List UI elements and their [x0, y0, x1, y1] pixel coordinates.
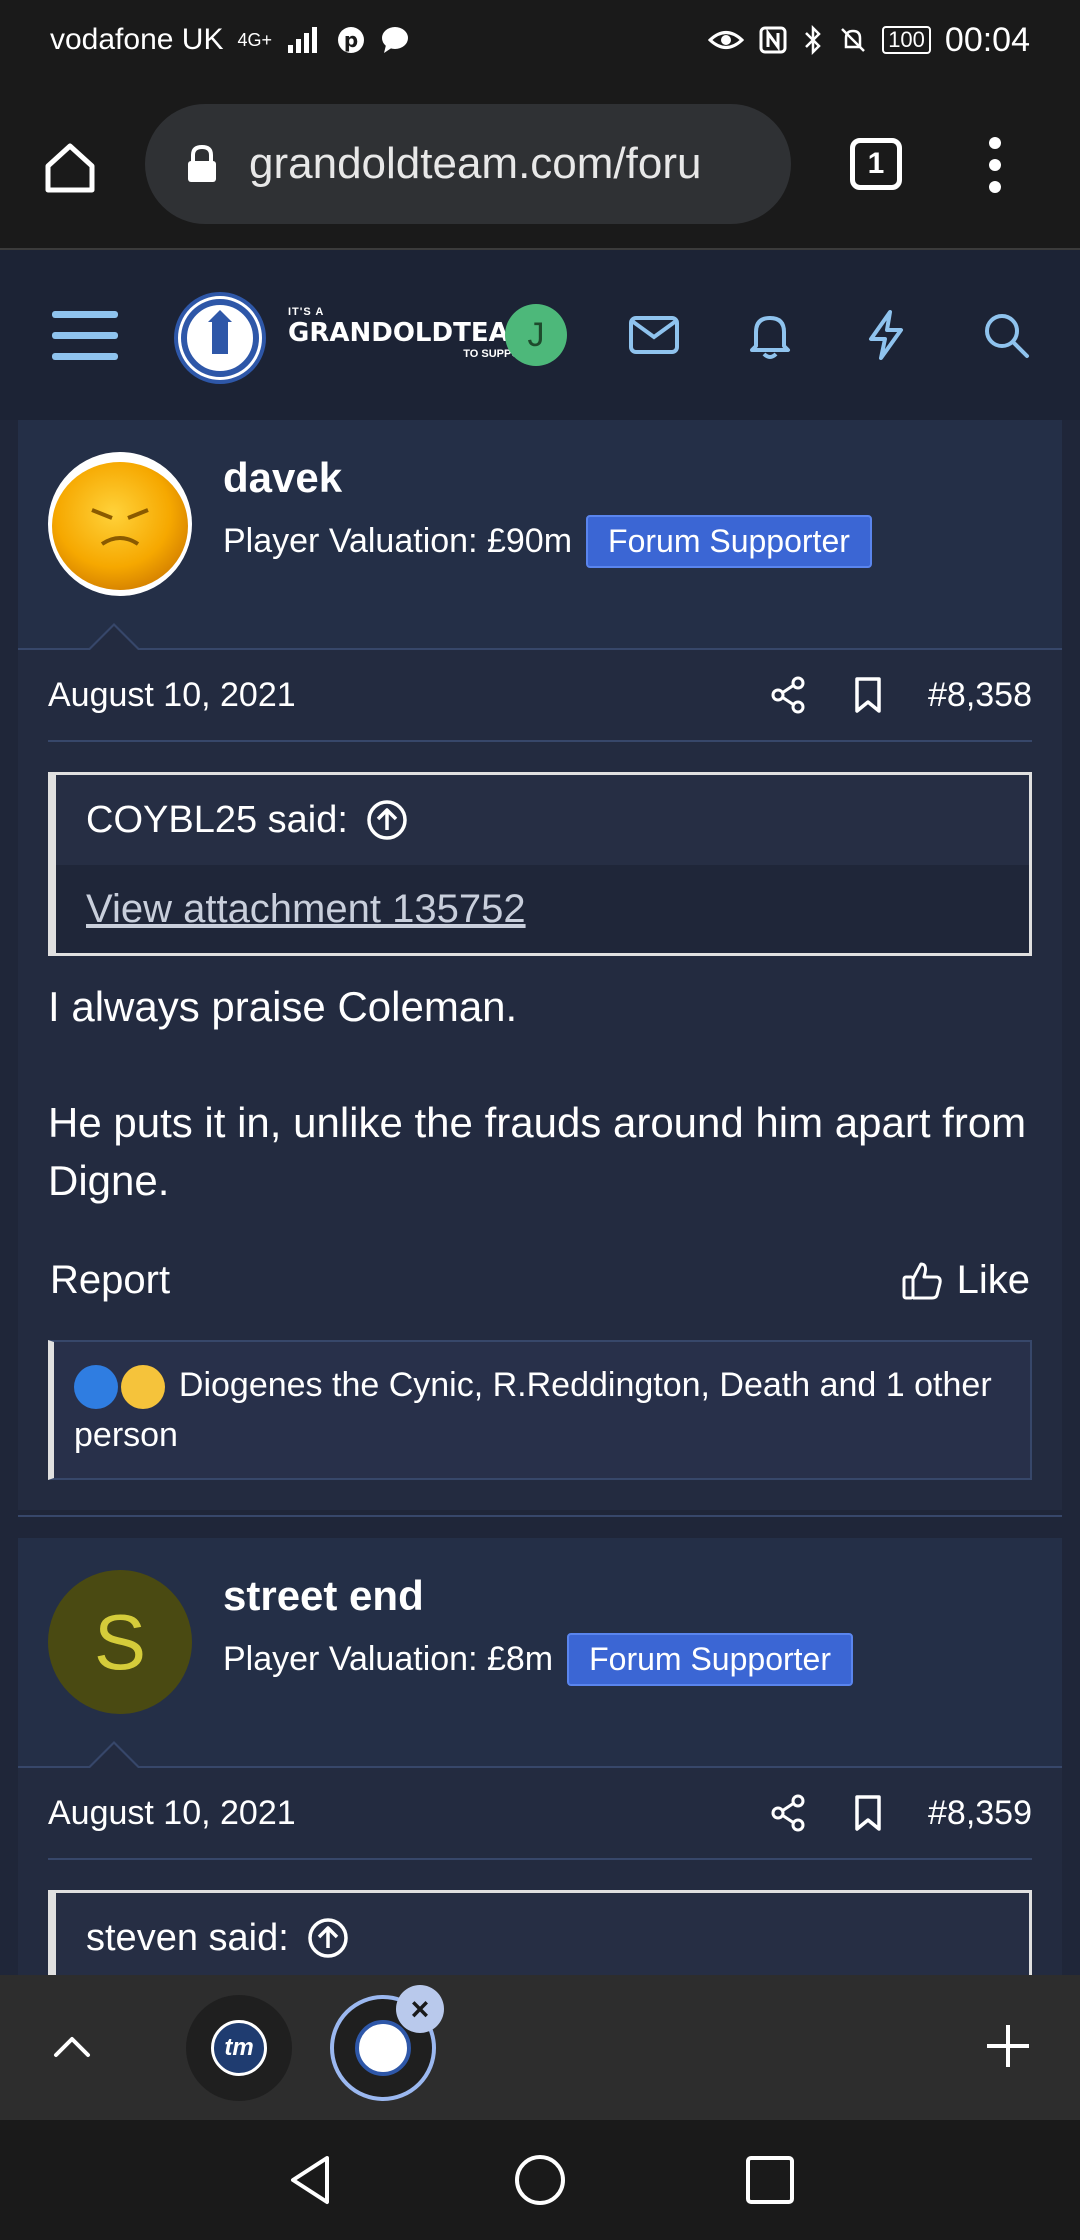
quote-header: steven said:: [56, 1893, 1029, 1975]
lock-icon: [188, 144, 216, 182]
site-logo-text[interactable]: IT'S A GRANDOLDTEAM TO SUPPORT: [288, 306, 535, 360]
message-line: I always praise Coleman.: [48, 983, 518, 1030]
quote-author: steven said:: [86, 1916, 289, 1959]
laugh-reaction-icon: [121, 1365, 166, 1410]
post-meta: August 10, 2021 #8,359: [48, 1768, 1032, 1860]
like-reaction-icon: [74, 1365, 118, 1410]
share-icon[interactable]: [768, 675, 808, 715]
network-type: 4G+: [237, 30, 272, 50]
like-button[interactable]: Like: [901, 1258, 1030, 1303]
bell-icon[interactable]: [748, 310, 792, 360]
username[interactable]: street end: [223, 1572, 424, 1620]
report-link[interactable]: Report: [50, 1258, 170, 1303]
tab-switcher-button[interactable]: 1: [850, 138, 902, 190]
post-divider: [18, 1515, 1062, 1517]
chat-bubble-icon: [381, 27, 408, 53]
grandoldteam-logo-icon: [355, 2020, 411, 2076]
lightning-icon[interactable]: [866, 309, 906, 361]
status-left: vodafone UK 4G+ p: [50, 23, 410, 57]
user-valuation-row: Player Valuation: £8m Forum Supporter: [223, 1633, 853, 1686]
post-number[interactable]: #8,359: [928, 1794, 1032, 1833]
thread-content: davek Player Valuation: £90m Forum Suppo…: [0, 420, 1080, 1975]
quote-block: COYBL25 said: View attachment 135752: [48, 772, 1032, 956]
site-logo-badge[interactable]: [174, 292, 266, 384]
bookmark-icon[interactable]: [848, 1793, 888, 1833]
author-arrow: [90, 626, 138, 650]
user-avatar[interactable]: J: [505, 304, 567, 366]
home-circle-icon[interactable]: [512, 2152, 568, 2208]
post-author-block: S street end Player Valuation: £8m Forum…: [18, 1538, 1062, 1768]
search-icon[interactable]: [982, 311, 1030, 359]
battery-level: 100: [882, 26, 931, 54]
player-valuation: Player Valuation: £8m: [223, 1640, 554, 1678]
more-options-icon[interactable]: [985, 135, 1005, 195]
mail-icon[interactable]: [628, 315, 680, 355]
forum-supporter-badge: Forum Supporter: [567, 1633, 853, 1686]
bluetooth-icon: [805, 25, 821, 55]
hamburger-menu-icon[interactable]: [52, 307, 118, 363]
forum-supporter-badge: Forum Supporter: [586, 515, 872, 568]
signal-icon: [287, 27, 317, 53]
browser-toolbar: grandoldteam.com/foru 1: [0, 80, 1080, 250]
bookmark-icon[interactable]: [848, 675, 888, 715]
forum-post: S street end Player Valuation: £8m Forum…: [18, 1538, 1062, 1975]
avatar[interactable]: S: [48, 1570, 192, 1714]
close-tab-button[interactable]: ×: [396, 1985, 444, 2033]
share-icon[interactable]: [768, 1793, 808, 1833]
site-header: IT'S A GRANDOLDTEAM TO SUPPORT J: [0, 250, 1080, 420]
avatar[interactable]: [48, 452, 192, 596]
quote-author: COYBL25 said:: [86, 798, 348, 841]
username[interactable]: davek: [223, 454, 342, 502]
system-navigation-bar: [0, 2120, 1080, 2240]
post-author-block: davek Player Valuation: £90m Forum Suppo…: [18, 420, 1062, 650]
post-actions: Report Like: [50, 1250, 1030, 1310]
clock: 00:04: [944, 20, 1030, 59]
reactions-text: Diogenes the Cynic, R.Reddington, Death …: [74, 1366, 992, 1454]
logo-top-text: IT'S A: [288, 306, 325, 318]
home-icon[interactable]: [40, 138, 100, 198]
post-meta: August 10, 2021 #8,358: [48, 650, 1032, 742]
tab-thumbnail-transfermarkt[interactable]: tm: [186, 1995, 292, 2101]
quote-block: steven said:: [48, 1890, 1032, 1975]
message-line: He puts it in, unlike the frauds around …: [48, 1099, 1027, 1204]
chevron-up-icon[interactable]: [50, 2025, 94, 2069]
orange-face-avatar-icon: [48, 452, 192, 596]
nfc-icon: [759, 26, 787, 54]
post-date[interactable]: August 10, 2021: [48, 1794, 768, 1833]
eye-icon: [708, 31, 745, 49]
attachment-link[interactable]: View attachment 135752: [56, 865, 1029, 953]
muted-bell-icon: [841, 28, 866, 52]
address-bar[interactable]: grandoldteam.com/foru: [145, 104, 791, 224]
status-bar: vodafone UK 4G+ p 100 00:04: [0, 0, 1080, 80]
user-valuation-row: Player Valuation: £90m Forum Supporter: [223, 515, 872, 568]
author-arrow: [90, 1744, 138, 1768]
logo-main-text: GRANDOLDTEAM: [288, 318, 535, 348]
tm-logo-icon: tm: [211, 2020, 267, 2076]
arrow-up-circle-icon[interactable]: [366, 799, 408, 841]
post-number[interactable]: #8,358: [928, 676, 1032, 715]
forum-post: davek Player Valuation: £90m Forum Suppo…: [18, 420, 1062, 1510]
like-label: Like: [956, 1257, 1030, 1302]
reactions-bar[interactable]: Diogenes the Cynic, R.Reddington, Death …: [48, 1340, 1032, 1480]
post-message: I always praise Coleman. He puts it in, …: [48, 978, 1032, 1210]
tower-crest-icon: [181, 299, 259, 377]
arrow-up-circle-icon[interactable]: [307, 1917, 349, 1959]
svg-text:p: p: [344, 28, 358, 52]
back-triangle-icon[interactable]: [283, 2152, 339, 2208]
carrier-name: vodafone UK: [50, 23, 224, 56]
quote-header: COYBL25 said:: [56, 775, 1029, 865]
tab-group-bar: tm ×: [0, 1975, 1080, 2120]
thumbs-up-icon: [902, 1262, 942, 1300]
recents-square-icon[interactable]: [742, 2152, 798, 2208]
logo-sub-text: TO SUPPORT: [463, 348, 535, 360]
status-right: 100 00:04: [708, 21, 1030, 60]
plus-icon[interactable]: [985, 2023, 1031, 2069]
url-text: grandoldteam.com/foru: [249, 139, 702, 188]
post-date[interactable]: August 10, 2021: [48, 676, 768, 715]
player-valuation: Player Valuation: £90m: [223, 522, 573, 560]
pinterest-icon: p: [337, 27, 364, 53]
